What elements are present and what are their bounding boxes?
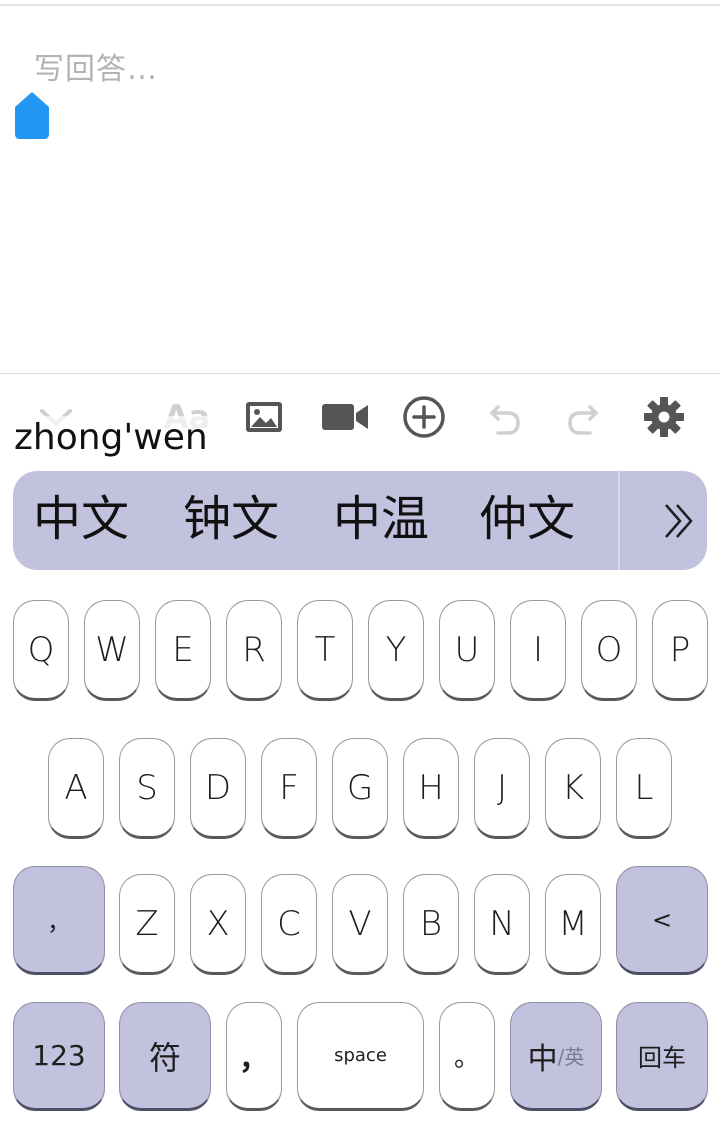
key-u[interactable]: U — [439, 600, 495, 701]
key-x[interactable]: X — [190, 874, 246, 975]
key-n[interactable]: N — [474, 874, 530, 975]
key-o[interactable]: O — [581, 600, 637, 701]
numbers-key-label: 123 — [32, 1039, 86, 1072]
key-f[interactable]: F — [261, 738, 317, 839]
candidate-separator — [618, 471, 620, 570]
backspace-key-label: < — [651, 905, 673, 934]
key-m[interactable]: M — [545, 874, 601, 975]
candidate-item[interactable]: 中文 — [33, 489, 129, 549]
key-v[interactable]: V — [332, 874, 388, 975]
key-w[interactable]: W — [84, 600, 140, 701]
symbols-key[interactable]: 符 — [119, 1002, 211, 1111]
numbers-key[interactable]: 123 — [13, 1002, 105, 1111]
add-circle-icon[interactable] — [402, 395, 446, 439]
key-b[interactable]: B — [403, 874, 459, 975]
key-k[interactable]: K — [545, 738, 601, 839]
image-icon[interactable] — [242, 395, 286, 439]
undo-icon[interactable] — [482, 395, 526, 439]
key-t[interactable]: T — [297, 600, 353, 701]
language-switch-key[interactable]: 中/英 — [510, 1002, 602, 1111]
language-secondary-label: /英 — [557, 1045, 585, 1069]
key-chinese-period-label: 。 — [453, 1043, 480, 1073]
key-g[interactable]: G — [332, 738, 388, 839]
text-cursor-handle[interactable] — [13, 90, 51, 140]
enter-key-label: 回车 — [638, 1044, 686, 1072]
editor-divider — [0, 373, 720, 374]
key-e[interactable]: E — [155, 600, 211, 701]
key-c[interactable]: C — [261, 874, 317, 975]
key-s[interactable]: S — [119, 738, 175, 839]
language-primary-label: 中 — [527, 1041, 558, 1077]
key-h[interactable]: H — [403, 738, 459, 839]
key-d[interactable]: D — [190, 738, 246, 839]
candidate-item[interactable]: 仲文 — [479, 489, 575, 549]
key-z[interactable]: Z — [119, 874, 175, 975]
key-chinese-comma-label: ， — [47, 908, 71, 936]
candidate-item[interactable]: 中温 — [333, 489, 429, 549]
space-key-label: space — [334, 1045, 387, 1066]
key-p[interactable]: P — [652, 600, 708, 701]
key-i[interactable]: I — [510, 600, 566, 701]
answer-input-placeholder[interactable]: 写回答… — [34, 44, 158, 88]
candidate-item[interactable]: 钟文 — [183, 489, 279, 549]
video-icon[interactable] — [320, 395, 370, 439]
candidate-bar: 中文 钟文 中温 仲文 — [13, 471, 707, 570]
key-l[interactable]: L — [616, 738, 672, 839]
key-q[interactable]: Q — [13, 600, 69, 701]
symbols-key-label: 符 — [148, 1038, 181, 1077]
ime-composition-text: zhong'wen — [14, 416, 208, 460]
redo-icon[interactable] — [562, 395, 606, 439]
key-j[interactable]: J — [474, 738, 530, 839]
top-divider — [0, 4, 720, 6]
expand-candidates-icon[interactable] — [655, 497, 703, 545]
settings-gear-icon[interactable] — [642, 395, 686, 439]
space-key[interactable]: space — [297, 1002, 424, 1111]
key-fullwidth-comma[interactable]: ， — [226, 1002, 282, 1111]
key-chinese-period[interactable]: 。 — [439, 1002, 495, 1111]
key-chinese-comma[interactable]: ， — [13, 866, 105, 975]
key-a[interactable]: A — [48, 738, 104, 839]
key-fullwidth-comma-label: ， — [239, 1041, 269, 1077]
key-r[interactable]: R — [226, 600, 282, 701]
backspace-key[interactable]: < — [616, 866, 708, 975]
enter-key[interactable]: 回车 — [616, 1002, 708, 1111]
key-y[interactable]: Y — [368, 600, 424, 701]
